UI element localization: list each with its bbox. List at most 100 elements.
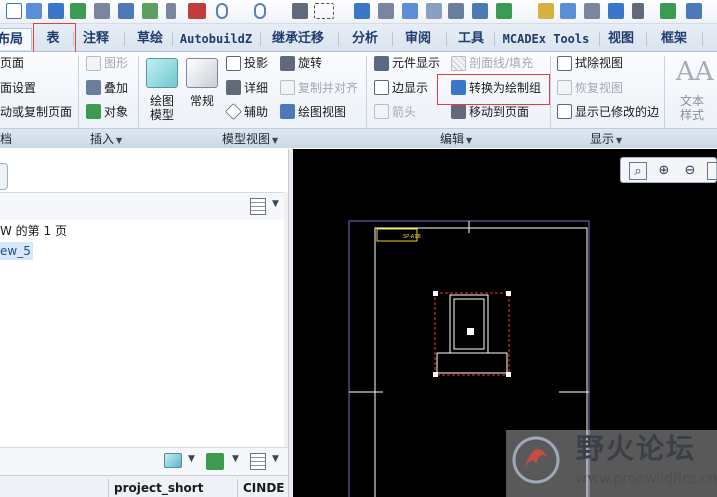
auxiliary-view-icon bbox=[225, 103, 242, 120]
group-label-document[interactable]: 档 bbox=[0, 129, 12, 149]
zoom-fit-icon[interactable]: ⌕ bbox=[629, 162, 647, 180]
ribbon-item-component-display[interactable]: 元件显示 bbox=[392, 53, 440, 73]
group-label-display[interactable]: 显示 ▼ bbox=[590, 129, 622, 149]
tree-item-view[interactable]: ew_5 bbox=[0, 242, 33, 260]
ribbon-tab-bar: 布局 表 注释 草绘 AutobuildZ 继承迁移 分析 审阅 工具 MCAD… bbox=[0, 24, 717, 52]
redo-icon[interactable] bbox=[254, 3, 266, 19]
tree-settings-icon[interactable] bbox=[250, 198, 266, 215]
ribbon-item-auxiliary[interactable]: 辅助 bbox=[244, 102, 268, 122]
group-label-model-views[interactable]: 模型视图 ▼ bbox=[222, 129, 278, 149]
ribbon-button-drawing-model[interactable]: 绘图 模型 bbox=[142, 94, 182, 122]
column-separator bbox=[108, 479, 109, 497]
ribbon-item-overlay[interactable]: 叠加 bbox=[104, 78, 128, 98]
tab-autobuildz[interactable]: AutobuildZ bbox=[175, 28, 257, 50]
tab-layout[interactable]: 布局 bbox=[0, 28, 32, 50]
ribbon-item-copy-align[interactable]: 复制并对齐 bbox=[298, 78, 358, 98]
ribbon-button-general-view[interactable]: 常规 bbox=[184, 94, 220, 108]
tree-columns-icon[interactable] bbox=[250, 453, 266, 470]
selection-handle[interactable] bbox=[506, 291, 511, 296]
toolbar-icon[interactable] bbox=[584, 3, 600, 19]
tab-separator bbox=[124, 32, 125, 46]
tab-mcadex-tools[interactable]: MCADEx Tools bbox=[497, 28, 595, 50]
ribbon-item-detail[interactable]: 详细 bbox=[244, 78, 268, 98]
column-project-short[interactable]: project_short bbox=[114, 480, 203, 496]
ribbon-item-revolve[interactable]: 旋转 bbox=[298, 53, 322, 73]
tab-tools[interactable]: 工具 bbox=[452, 28, 490, 50]
tab-separator bbox=[446, 32, 447, 46]
toolbar-icon[interactable] bbox=[660, 3, 676, 19]
column-separator bbox=[237, 479, 238, 497]
toolbar-icon[interactable] bbox=[632, 3, 644, 19]
toolbar-icon[interactable] bbox=[608, 3, 624, 19]
undo-icon[interactable] bbox=[216, 3, 228, 19]
ribbon-item-arrow[interactable]: 箭头 bbox=[392, 102, 416, 122]
ribbon-item-convert-draft-group[interactable]: 转换为绘制组 bbox=[469, 78, 541, 98]
part-outline-inner bbox=[453, 298, 485, 350]
ribbon-item-new-page[interactable]: 页面 bbox=[0, 53, 24, 73]
tab-inheritance-migration[interactable]: 继承迁移 bbox=[264, 28, 332, 50]
select-box-icon[interactable] bbox=[314, 3, 334, 19]
ribbon-item-page-setup[interactable]: 面设置 bbox=[0, 78, 36, 98]
ribbon-item-projection[interactable]: 投影 bbox=[244, 53, 268, 73]
open-icon[interactable] bbox=[26, 3, 42, 19]
chevron-down-icon: ▼ bbox=[466, 136, 473, 145]
zoom-in-icon[interactable]: ⊕ bbox=[655, 162, 673, 180]
tree-tools-icon[interactable] bbox=[206, 453, 224, 470]
toolbar-icon[interactable] bbox=[560, 3, 576, 19]
toolbar-icon[interactable] bbox=[402, 3, 418, 19]
ribbon-item-erase-view[interactable]: 拭除视图 bbox=[575, 53, 623, 73]
chevron-down-icon[interactable]: ▼ bbox=[272, 199, 279, 209]
toolbar-icon[interactable] bbox=[426, 3, 442, 19]
ribbon-item-resume-view[interactable]: 恢复视图 bbox=[575, 78, 623, 98]
zoom-out-icon[interactable]: ⊖ bbox=[681, 162, 699, 180]
print-icon[interactable] bbox=[94, 3, 110, 19]
ribbon-item-drawing-view[interactable]: 绘图视图 bbox=[298, 102, 346, 122]
save-copy-icon[interactable] bbox=[118, 3, 134, 19]
toolbar-icon[interactable] bbox=[448, 3, 464, 19]
tab-separator bbox=[73, 32, 74, 46]
detail-view-icon bbox=[226, 80, 241, 95]
toolbar-icon[interactable] bbox=[496, 3, 512, 19]
tab-framework[interactable]: 框架 bbox=[652, 28, 696, 50]
ribbon-item-move-to-sheet[interactable]: 移动到页面 bbox=[469, 102, 529, 122]
chevron-down-icon[interactable]: ▼ bbox=[188, 454, 195, 464]
tab-annotate[interactable]: 注释 bbox=[76, 28, 116, 50]
chevron-down-icon[interactable]: ▼ bbox=[272, 454, 279, 464]
repaint-icon[interactable] bbox=[707, 162, 717, 180]
show-icon[interactable] bbox=[164, 453, 182, 468]
group-label-insert[interactable]: 插入 ▼ bbox=[90, 129, 122, 149]
toolbar-icon[interactable] bbox=[686, 3, 702, 19]
toolbar-icon[interactable] bbox=[378, 3, 394, 19]
tab-sketch[interactable]: 草绘 bbox=[130, 28, 170, 50]
selected-view[interactable] bbox=[433, 291, 511, 377]
panel-tab[interactable] bbox=[0, 163, 8, 190]
tab-review[interactable]: 审阅 bbox=[398, 28, 438, 50]
mapkey-icon[interactable] bbox=[142, 3, 158, 19]
tab-table[interactable]: 表 bbox=[36, 28, 70, 50]
save-icon[interactable] bbox=[48, 3, 64, 19]
ribbon-button-text-style[interactable]: 文本 样式 bbox=[672, 94, 712, 122]
ribbon-item-show-modified-edges[interactable]: 显示已修改的边 bbox=[575, 102, 659, 122]
tab-view[interactable]: 视图 bbox=[602, 28, 640, 50]
ribbon-item-graphic[interactable]: 图形 bbox=[104, 53, 128, 73]
ribbon-item-edge-display[interactable]: 边显示 bbox=[392, 78, 428, 98]
window-icon[interactable] bbox=[292, 3, 308, 19]
ribbon-item-object[interactable]: 对象 bbox=[104, 102, 128, 122]
ribbon-item-move-copy-page[interactable]: 动或复制页面 bbox=[0, 102, 72, 122]
brush-icon[interactable] bbox=[166, 3, 176, 19]
chevron-down-icon[interactable]: ▼ bbox=[232, 454, 239, 464]
tab-analysis[interactable]: 分析 bbox=[344, 28, 386, 50]
toolbar-icon[interactable] bbox=[472, 3, 488, 19]
new-icon[interactable] bbox=[6, 3, 22, 19]
ribbon-item-hatch[interactable]: 剖面线/填充 bbox=[469, 53, 533, 73]
graphic-icon bbox=[86, 56, 101, 71]
group-label-edit[interactable]: 编辑 ▼ bbox=[440, 129, 472, 149]
part-outline bbox=[449, 294, 489, 354]
regenerate-icon[interactable] bbox=[70, 3, 86, 19]
pencil-icon[interactable] bbox=[538, 3, 554, 19]
toolbar-icon[interactable] bbox=[354, 3, 370, 19]
selection-handle[interactable] bbox=[433, 291, 438, 296]
tree-item-sheet[interactable]: W 的第 1 页 bbox=[0, 222, 67, 240]
pdf-icon[interactable] bbox=[188, 3, 206, 19]
column-cinde[interactable]: CINDE bbox=[243, 480, 284, 496]
